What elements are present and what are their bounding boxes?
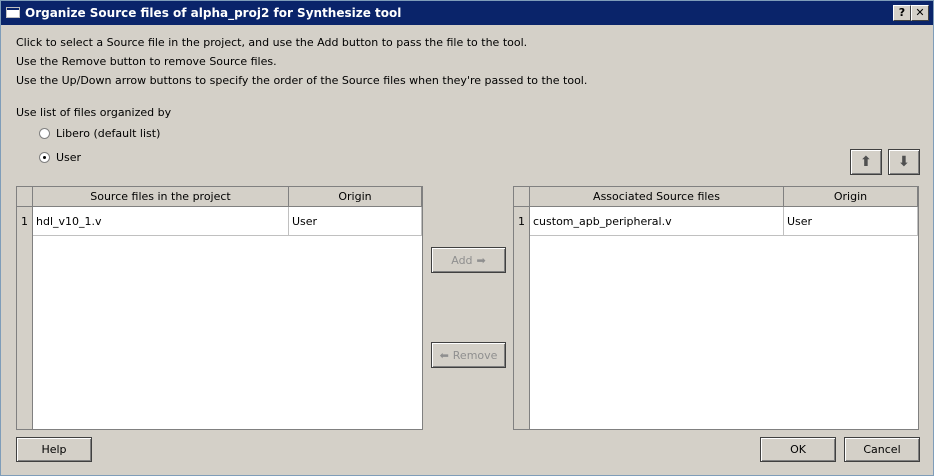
window-title: Organize Source files of alpha_proj2 for…	[25, 6, 402, 20]
column-header-origin[interactable]: Origin	[289, 187, 422, 207]
move-up-button[interactable]: ⬆	[850, 149, 882, 175]
row-number: 1	[17, 207, 33, 236]
radio-libero-label: Libero (default list)	[56, 127, 161, 140]
table-row[interactable]: 1 hdl_v10_1.v User	[17, 207, 422, 237]
corner-cell	[514, 187, 530, 207]
arrow-down-icon: ⬇	[898, 154, 910, 170]
help-button[interactable]: Help	[16, 437, 92, 462]
corner-cell	[17, 187, 33, 207]
associated-files-table[interactable]: Associated Source files Origin 1 custom_…	[513, 186, 919, 430]
help-title-button[interactable]: ?	[893, 5, 911, 21]
associated-table-header: Associated Source files Origin	[514, 187, 918, 208]
move-down-button[interactable]: ⬇	[888, 149, 920, 175]
ok-button[interactable]: OK	[760, 437, 836, 462]
cancel-button[interactable]: Cancel	[844, 437, 920, 462]
remove-button-label: Remove	[452, 348, 498, 362]
radio-libero[interactable]	[39, 128, 50, 139]
radio-user-option[interactable]: User	[39, 151, 81, 164]
close-button[interactable]: ✕	[911, 5, 929, 21]
column-header-source-files[interactable]: Source files in the project	[33, 187, 289, 207]
organize-by-label: Use list of files organized by	[16, 106, 172, 119]
organize-source-files-dialog: Organize Source files of alpha_proj2 for…	[0, 0, 934, 476]
radio-user[interactable]	[39, 152, 50, 163]
table-row[interactable]: 1 custom_apb_peripheral.v User	[514, 207, 918, 237]
column-header-origin[interactable]: Origin	[784, 187, 918, 207]
remove-button[interactable]: ⬅ Remove	[431, 342, 506, 368]
add-button[interactable]: Add ➡	[431, 247, 506, 273]
arrow-right-icon: ➡	[476, 253, 486, 267]
title-bar[interactable]: Organize Source files of alpha_proj2 for…	[1, 1, 933, 25]
instruction-line-1: Click to select a Source file in the pro…	[16, 36, 528, 49]
origin-cell[interactable]: User	[289, 207, 422, 236]
instruction-line-2: Use the Remove button to remove Source f…	[16, 55, 277, 68]
instruction-line-3: Use the Up/Down arrow buttons to specify…	[16, 74, 588, 87]
arrow-up-icon: ⬆	[860, 154, 872, 170]
window-icon	[6, 7, 20, 18]
row-number: 1	[514, 207, 530, 236]
radio-user-label: User	[56, 151, 82, 164]
origin-cell[interactable]: User	[784, 207, 918, 236]
radio-libero-option[interactable]: Libero (default list)	[39, 127, 160, 140]
file-name-cell[interactable]: hdl_v10_1.v	[33, 207, 289, 236]
source-files-table[interactable]: Source files in the project Origin 1 hdl…	[16, 186, 423, 430]
source-table-header: Source files in the project Origin	[17, 187, 422, 208]
arrow-left-icon: ⬅	[439, 348, 449, 362]
add-button-label: Add	[451, 253, 473, 267]
file-name-cell[interactable]: custom_apb_peripheral.v	[530, 207, 784, 236]
column-header-associated-files[interactable]: Associated Source files	[530, 187, 784, 207]
